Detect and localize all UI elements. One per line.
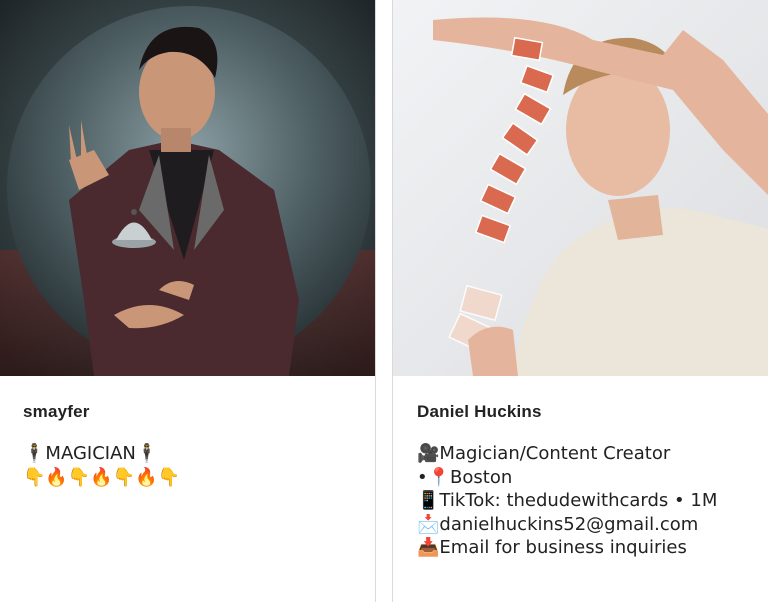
magician-portrait-image [0,0,375,376]
profile-username[interactable]: smayfer [23,402,351,422]
bio-line-email[interactable]: 📩danielhuckins52@gmail.com [417,513,747,537]
bio-line: 📥Email for business inquiries [417,537,687,558]
profile-username[interactable]: Daniel Huckins [417,402,747,422]
profile-photo-daniel-huckins[interactable] [393,0,768,376]
profile-card-daniel-huckins[interactable]: Daniel Huckins 🎥Magician/Content Creator… [392,0,768,602]
bio-line: 👇🔥👇🔥👇🔥👇 [23,466,180,488]
profile-bio: 🎥Magician/Content Creator •📍Boston 📱TikT… [417,442,747,560]
bio-line: •📍Boston [417,466,513,488]
bio-line: 🎥Magician/Content Creator [417,443,671,464]
profile-card-smayfer[interactable]: smayfer 🕴MAGICIAN🕴 👇🔥👇🔥👇🔥👇 [0,0,376,602]
profile-bio: 🕴MAGICIAN🕴 👇🔥👇🔥👇🔥👇 [23,442,351,489]
card-flourish-photo [393,0,768,376]
bio-line: 📱TikTok: thedudewithcards • 1M [417,490,718,511]
bio-line: 🕴MAGICIAN🕴 [23,443,159,464]
profile-photo-smayfer[interactable] [0,0,375,376]
